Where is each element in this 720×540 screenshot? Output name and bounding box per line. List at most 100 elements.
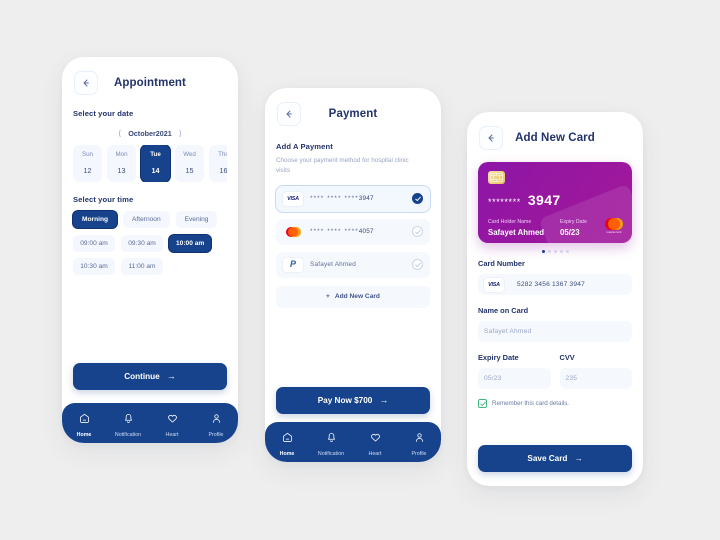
- back-button[interactable]: [277, 102, 301, 126]
- visa-icon: VISA: [484, 277, 504, 292]
- card-expiry-label: Expiry Date: [560, 219, 587, 225]
- last4-digits: 4057: [358, 228, 374, 235]
- visa-wordmark: VISA: [287, 195, 299, 202]
- time-chip-0900am[interactable]: 09:00 am: [73, 235, 115, 252]
- expiry-cvv-row: Expiry Date 05/23 CVV 235: [478, 353, 632, 389]
- chevron-left-icon[interactable]: ⟨: [118, 129, 121, 138]
- add-a-payment-title: Add A Payment: [276, 142, 333, 151]
- payment-method-label: Safayet Ahmed: [310, 261, 356, 268]
- carousel-dot[interactable]: [541, 250, 545, 253]
- radio-unselected-icon[interactable]: [412, 259, 423, 270]
- time-chip-1100am[interactable]: 11:00 am: [121, 258, 163, 275]
- payment-header: Payment: [265, 88, 441, 126]
- carousel-dot[interactable]: [553, 250, 557, 253]
- period-chip-row[interactable]: Morning Afternoon Evening: [73, 211, 227, 228]
- home-icon: [79, 411, 90, 429]
- date-cell-number: 14: [151, 166, 160, 175]
- page-title: Appointment: [113, 77, 186, 89]
- carousel-dot[interactable]: [559, 250, 563, 253]
- carousel-dot[interactable]: [547, 250, 551, 253]
- month-value: October2021: [128, 129, 172, 138]
- arrow-right-icon: →: [574, 454, 583, 463]
- nav-item-heart[interactable]: Heart: [353, 428, 397, 457]
- radio-unselected-icon[interactable]: [412, 226, 423, 237]
- date-cell-dow: Mon: [115, 151, 128, 158]
- save-card-button[interactable]: Save Card →: [478, 445, 632, 472]
- card-last4: 3947: [527, 192, 561, 208]
- carousel-dot[interactable]: [565, 250, 569, 253]
- date-strip[interactable]: Sun12Mon13Tue14Wed15Thu16Fri17: [73, 145, 227, 182]
- back-button[interactable]: [74, 71, 98, 95]
- remember-card-checkbox[interactable]: Remember this card details.: [478, 399, 632, 408]
- cvv-input[interactable]: 235: [559, 368, 632, 389]
- payment-method-paypal[interactable]: P Safayet Ahmed: [276, 251, 430, 278]
- page-title: Payment: [328, 108, 378, 120]
- expiry-placeholder: 05/23: [484, 375, 502, 382]
- bottom-nav[interactable]: Home Notification Heart Profile: [265, 422, 441, 462]
- time-chip-0930am[interactable]: 09:30 am: [121, 235, 163, 252]
- nav-item-profile[interactable]: Profile: [397, 428, 441, 457]
- nav-item-home[interactable]: Home: [265, 428, 309, 457]
- pay-now-button[interactable]: Pay Now $700 →: [276, 387, 430, 414]
- expiry-input[interactable]: 05/23: [478, 368, 551, 389]
- period-chip-afternoon[interactable]: Afternoon: [123, 211, 170, 228]
- date-cell-number: 16: [219, 166, 228, 175]
- card-meta: Card Holder Name Safayet Ahmed Expiry Da…: [488, 219, 622, 237]
- date-cell-number: 15: [185, 166, 194, 175]
- appointment-screen: Appointment Select your date ⟨ October20…: [62, 57, 238, 443]
- payment-body: Add A Payment Choose your payment method…: [265, 142, 441, 308]
- card-carousel-dots[interactable]: [467, 250, 643, 253]
- card-preview[interactable]: ******** 3947 Card Holder Name Safayet A…: [478, 162, 632, 243]
- time-chip-row[interactable]: 09:00 am 09:30 am 10:00 am 10:30 am 11:00 am: [73, 235, 227, 275]
- chevron-right-icon[interactable]: ⟩: [179, 129, 182, 138]
- payment-method-visa[interactable]: VISA **** **** ****3947: [276, 185, 430, 212]
- period-chip-evening[interactable]: Evening: [175, 211, 218, 228]
- person-icon: [414, 430, 425, 448]
- month-selector: ⟨ October2021 ⟩: [73, 129, 227, 138]
- card-number-input[interactable]: VISA 5282 3456 1367 3947: [478, 274, 632, 295]
- date-cell-number: 12: [83, 166, 92, 175]
- card-number-label: Card Number: [478, 259, 525, 268]
- name-on-card-input[interactable]: Safayet Ahmed: [478, 321, 632, 342]
- cvv-label: CVV: [559, 353, 575, 362]
- date-cell-13[interactable]: Mon 13: [107, 145, 136, 182]
- add-new-card-button[interactable]: + Add New Card: [276, 285, 430, 308]
- card-holder-block: Card Holder Name Safayet Ahmed: [488, 219, 544, 237]
- date-cell-14[interactable]: Tue 14: [141, 145, 170, 182]
- nav-item-home[interactable]: Home: [62, 409, 106, 438]
- time-chip-1000am[interactable]: 10:00 am: [169, 235, 212, 252]
- bell-icon: [326, 430, 337, 448]
- name-on-card-field-group: Name on Card Safayet Ahmed: [478, 306, 632, 342]
- arrow-left-icon: [486, 133, 496, 143]
- time-chip-1030am[interactable]: 10:30 am: [73, 258, 115, 275]
- paypal-wordmark: P: [289, 259, 296, 269]
- expiry-field-group: Expiry Date 05/23: [478, 353, 551, 389]
- date-cell-16[interactable]: Thu 16: [209, 145, 227, 182]
- date-cell-dow: Wed: [183, 151, 196, 158]
- nav-item-notification[interactable]: Notification: [106, 409, 150, 438]
- nav-item-heart[interactable]: Heart: [150, 409, 194, 438]
- masked-digits: **** **** ****: [310, 195, 359, 202]
- appointment-header: Appointment: [62, 57, 238, 95]
- back-button[interactable]: [479, 126, 503, 150]
- nav-item-label: Heart: [165, 431, 179, 438]
- mastercard-icon: mastercard: [605, 218, 623, 234]
- payment-screen: Payment Add A Payment Choose your paymen…: [265, 88, 441, 462]
- date-cell-dow: Thu: [218, 151, 227, 158]
- nav-item-profile[interactable]: Profile: [194, 409, 238, 438]
- continue-button[interactable]: Continue →: [73, 363, 227, 390]
- nav-item-label: Notification: [114, 431, 142, 438]
- nav-item-notification[interactable]: Notification: [309, 428, 353, 457]
- period-chip-morning[interactable]: Morning: [73, 211, 118, 228]
- payment-method-list[interactable]: VISA **** **** ****3947 **** **** ****4057…: [276, 185, 430, 278]
- add-a-payment-subtitle: Choose your payment method for hospital …: [276, 157, 409, 174]
- card-holder-label: Card Holder Name: [488, 219, 532, 225]
- bell-icon: [123, 411, 134, 429]
- date-cell-12[interactable]: Sun 12: [73, 145, 102, 182]
- bottom-nav[interactable]: Home Notification Heart Profile: [62, 403, 238, 443]
- payment-method-mastercard[interactable]: **** **** ****4057: [276, 218, 430, 245]
- nav-item-label: Profile: [208, 431, 224, 438]
- radio-selected-icon[interactable]: [412, 193, 423, 204]
- arrow-left-icon: [284, 109, 294, 119]
- date-cell-15[interactable]: Wed 15: [175, 145, 204, 182]
